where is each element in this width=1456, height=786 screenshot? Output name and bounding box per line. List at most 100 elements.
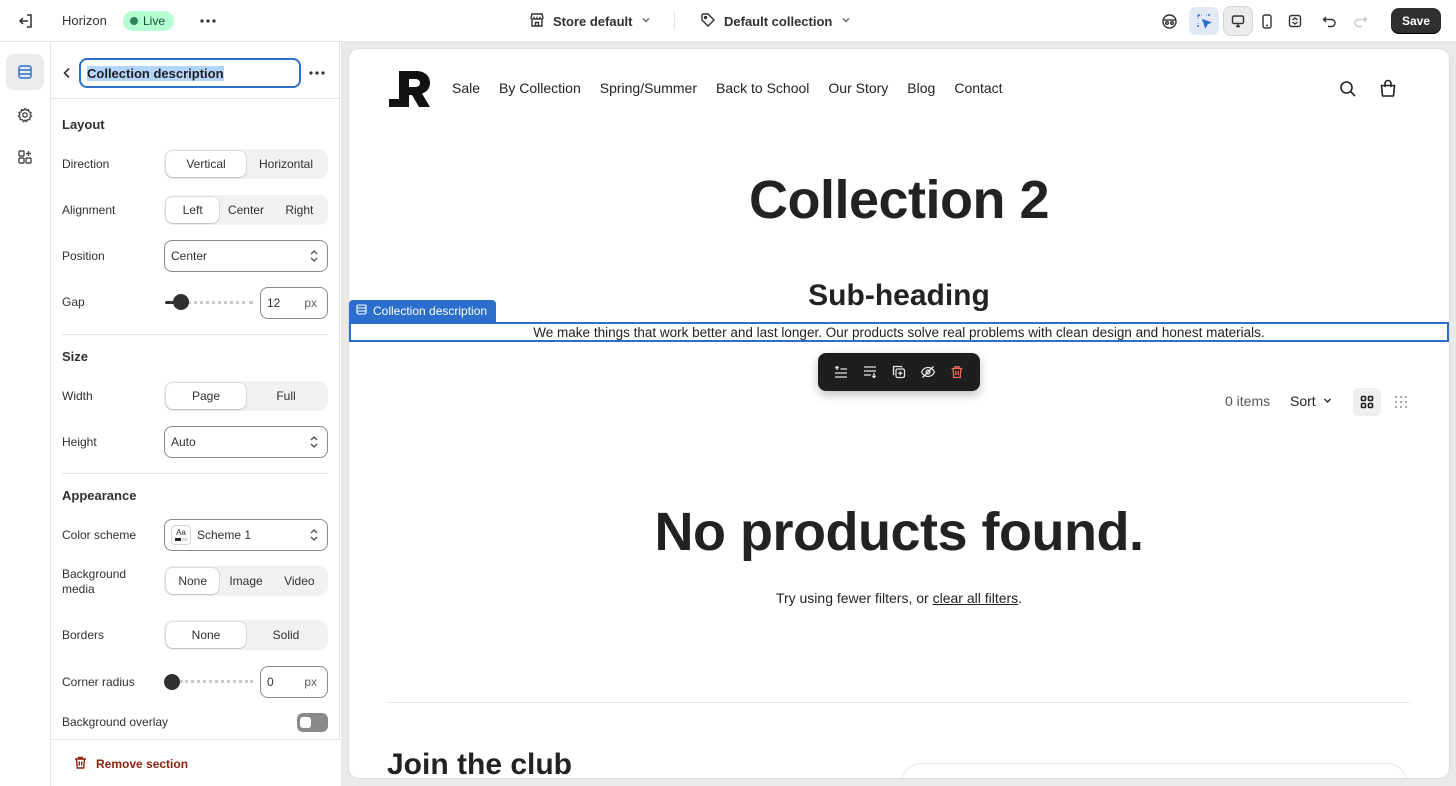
grid-icon[interactable]: [1353, 388, 1381, 416]
nav-link-spring-summer[interactable]: Spring/Summer: [600, 80, 697, 96]
live-badge: Live: [123, 11, 175, 31]
color-scheme-select[interactable]: Aa Scheme 1: [164, 519, 328, 551]
nav-link-our-story[interactable]: Our Story: [828, 80, 888, 96]
remove-section-label: Remove section: [96, 757, 189, 771]
clear-filters-link[interactable]: clear all filters: [933, 590, 1019, 606]
redo-icon[interactable]: [1350, 11, 1370, 31]
borders-option-none[interactable]: None: [166, 622, 246, 648]
trash-icon: [73, 755, 88, 773]
desktop-icon[interactable]: [1224, 7, 1252, 35]
width-label: Width: [62, 389, 93, 403]
collection-description[interactable]: We make things that work better and last…: [349, 325, 1449, 340]
nav-link-by-collection[interactable]: By Collection: [499, 80, 581, 96]
trash-icon[interactable]: [945, 360, 969, 384]
borders-segmented-control: None Solid: [164, 620, 328, 650]
inspector-icon[interactable]: [1158, 10, 1180, 32]
sections-icon[interactable]: [6, 54, 44, 90]
background-overlay-toggle[interactable]: [297, 713, 328, 732]
alignment-option-left[interactable]: Left: [166, 197, 220, 223]
direction-option-vertical[interactable]: Vertical: [166, 151, 246, 177]
background-media-label: Background media: [62, 567, 127, 596]
empty-state-message: Try using fewer filters, or clear all fi…: [349, 590, 1449, 606]
gap-slider-track[interactable]: [181, 301, 253, 304]
bg-media-option-video[interactable]: Video: [273, 568, 326, 594]
collection-select-label: Default collection: [724, 14, 833, 29]
gap-unit: px: [304, 296, 317, 310]
position-select[interactable]: Center: [164, 240, 328, 272]
width-option-page[interactable]: Page: [166, 383, 246, 409]
more-icon[interactable]: [197, 11, 219, 31]
nav-link-blog[interactable]: Blog: [907, 80, 935, 96]
direction-option-horizontal[interactable]: Horizontal: [246, 151, 326, 177]
store-icon: [529, 12, 545, 31]
fullscreen-icon[interactable]: [1281, 7, 1309, 35]
nav-link-sale[interactable]: Sale: [452, 80, 480, 96]
corner-radius-slider-handle[interactable]: [164, 674, 180, 690]
select-chevron-icon: [309, 435, 319, 452]
width-segmented-control: Page Full: [164, 381, 328, 411]
undo-icon[interactable]: [1319, 11, 1339, 31]
settings-icon[interactable]: [6, 97, 44, 133]
gap-input[interactable]: 12 px: [260, 287, 328, 319]
sort-label: Sort: [1290, 393, 1316, 409]
collection-title: Collection 2: [748, 170, 1050, 230]
sort-dropdown[interactable]: Sort: [1290, 393, 1333, 409]
width-option-full[interactable]: Full: [246, 383, 326, 409]
nav-link-back-to-school[interactable]: Back to School: [716, 80, 809, 96]
items-count: 0 items: [1225, 393, 1271, 409]
try-end: .: [1018, 590, 1023, 606]
try-text: Try using fewer filters, or: [775, 590, 933, 606]
select-chevron-icon: [309, 249, 319, 266]
section-divider: [62, 473, 328, 474]
corner-radius-unit: px: [304, 675, 317, 689]
sub-heading: Sub-heading: [808, 279, 990, 312]
duplicate-icon[interactable]: [887, 360, 911, 384]
borders-option-solid[interactable]: Solid: [246, 622, 326, 648]
dense-grid-icon[interactable]: [1387, 388, 1415, 416]
more-icon[interactable]: [307, 64, 327, 82]
move-up-icon[interactable]: [829, 360, 853, 384]
corner-radius-label: Corner radius: [62, 675, 135, 689]
nav-link-contact[interactable]: Contact: [954, 80, 1002, 96]
section-divider: [62, 334, 328, 335]
mobile-icon[interactable]: [1253, 7, 1281, 35]
join-the-club-heading: Join the club: [387, 748, 573, 778]
search-icon[interactable]: [1339, 80, 1357, 101]
remove-section-button[interactable]: Remove section: [73, 755, 188, 773]
color-scheme-label: Color scheme: [62, 528, 137, 542]
color-scheme-value: Scheme 1: [197, 528, 252, 542]
height-select[interactable]: Auto: [164, 426, 328, 458]
store-logo[interactable]: [389, 71, 431, 110]
bg-media-option-image[interactable]: Image: [219, 568, 272, 594]
gap-value: 12: [267, 296, 281, 310]
alignment-option-center[interactable]: Center: [219, 197, 272, 223]
hide-icon[interactable]: [916, 360, 940, 384]
select-icon[interactable]: [1189, 7, 1219, 35]
corner-radius-input[interactable]: 0 px: [260, 666, 328, 698]
direction-segmented-control: Vertical Horizontal: [164, 149, 328, 179]
store-select-label: Store default: [553, 14, 633, 29]
apps-icon[interactable]: [6, 139, 44, 175]
gap-slider-handle[interactable]: [173, 294, 189, 310]
exit-icon[interactable]: [16, 11, 36, 31]
size-section-title: Size: [62, 349, 89, 364]
collection-select[interactable]: Default collection: [700, 12, 852, 31]
move-down-icon[interactable]: [858, 360, 882, 384]
newsletter-email-field[interactable]: [901, 763, 1407, 778]
alignment-option-right[interactable]: Right: [273, 197, 326, 223]
panel-header-divider: [51, 98, 340, 99]
footer-divider: [387, 702, 1411, 703]
store-select[interactable]: Store default: [529, 12, 652, 31]
chevron-down-icon: [840, 14, 852, 29]
appearance-section-title: Appearance: [62, 488, 137, 503]
selection-tag[interactable]: Collection description: [349, 300, 497, 322]
back-icon[interactable]: [60, 64, 74, 82]
device-toggle-group: [1223, 7, 1310, 35]
section-title-input[interactable]: Collection description: [79, 58, 301, 88]
corner-radius-slider-track[interactable]: [180, 680, 253, 683]
selection-tag-label: Collection description: [373, 304, 488, 318]
theme-name: Horizon: [62, 13, 107, 28]
cart-icon[interactable]: [1379, 79, 1397, 101]
save-button[interactable]: Save: [1391, 8, 1441, 34]
bg-media-option-none[interactable]: None: [166, 568, 220, 594]
